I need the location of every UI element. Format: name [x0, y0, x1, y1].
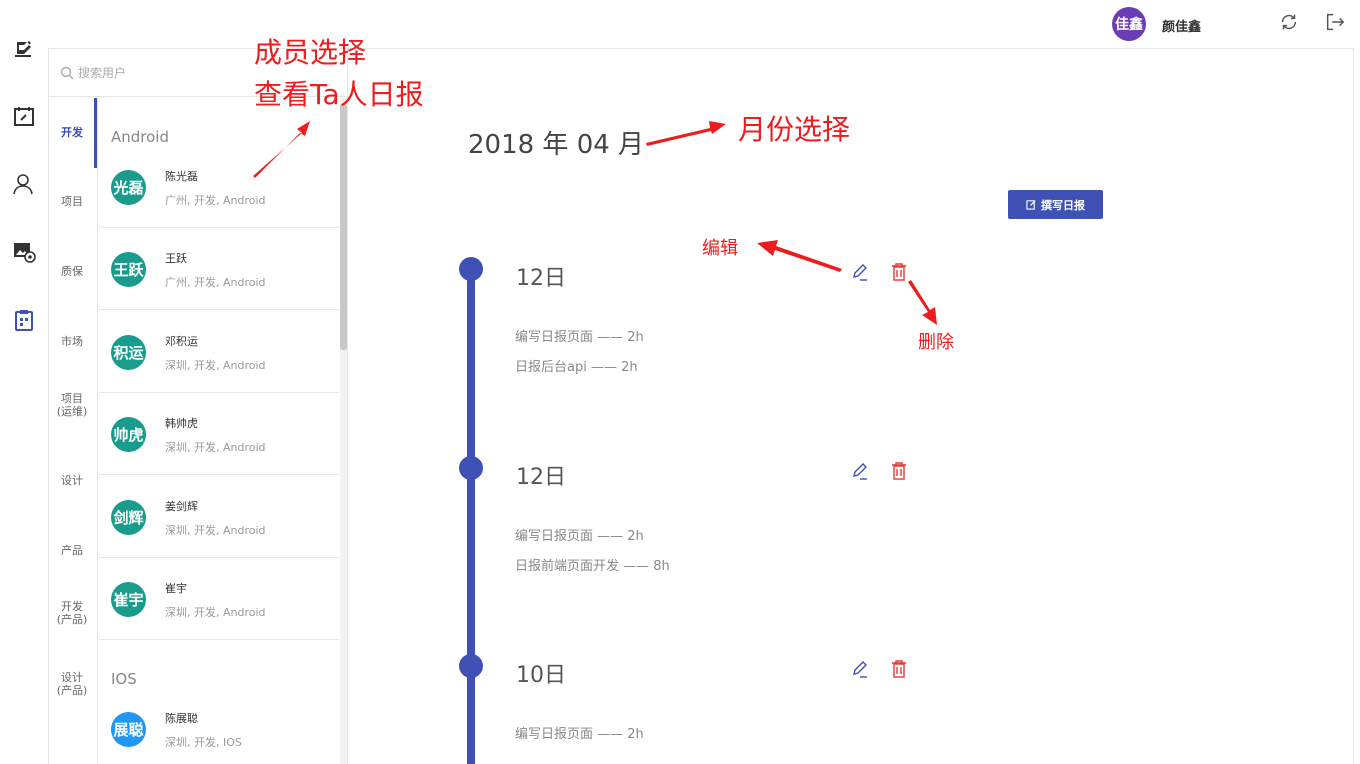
- member-name: 崔宇: [165, 582, 187, 595]
- member-name: 姜剑辉: [165, 500, 198, 513]
- delete-icon[interactable]: [890, 262, 908, 282]
- member-item[interactable]: 展聪 陈展聪 深圳, 开发, IOS: [99, 688, 339, 764]
- image-settings-icon[interactable]: [12, 240, 36, 264]
- calendar-edit-icon[interactable]: [12, 104, 36, 128]
- report-entry: 编写日报页面 —— 2h: [515, 727, 644, 742]
- dept-item-dev[interactable]: 开发: [49, 126, 95, 139]
- member-meta: 广州, 开发, Android: [165, 276, 266, 289]
- timeline-dot: [459, 456, 483, 480]
- member-item[interactable]: 剑辉 姜剑辉 深圳, 开发, Android: [99, 476, 339, 558]
- report-entry: 编写日报页面 —— 2h: [515, 330, 644, 345]
- member-name: 陈展聪: [165, 712, 198, 725]
- member-avatar: 剑辉: [111, 500, 146, 535]
- group-title-android: Android: [111, 128, 169, 146]
- annotation-month-select: 月份选择: [738, 113, 851, 146]
- edit-icon[interactable]: [850, 262, 868, 282]
- member-avatar: 王跃: [111, 252, 146, 287]
- member-meta: 深圳, 开发, Android: [165, 441, 266, 454]
- dept-active-indicator: [94, 98, 97, 168]
- member-avatar: 帅虎: [111, 417, 146, 452]
- member-item[interactable]: 崔宇 崔宇 深圳, 开发, Android: [99, 558, 339, 640]
- annotation-edit: 编辑: [702, 238, 738, 259]
- write-report-button[interactable]: 撰写日报: [1008, 190, 1103, 219]
- member-meta: 深圳, 开发, IOS: [165, 736, 242, 749]
- report-entry: 日报后台api —— 2h: [515, 360, 638, 375]
- dept-item-project-ops[interactable]: 项目 (运维): [49, 392, 95, 418]
- member-list-scroll-thumb[interactable]: [340, 104, 347, 350]
- edit-square-icon: [1026, 200, 1036, 210]
- icon-rail: [0, 0, 48, 764]
- member-list: Android 光磊 陈光磊 广州, 开发, Android 王跃 王跃 广州,…: [99, 98, 339, 764]
- member-meta: 深圳, 开发, Android: [165, 524, 266, 537]
- report-day: 12日: [516, 266, 566, 291]
- month-selector[interactable]: 2018 年 04 月: [468, 124, 644, 161]
- user-icon[interactable]: [12, 172, 36, 196]
- report-entry: 编写日报页面 —— 2h: [515, 529, 644, 544]
- dept-item-qa[interactable]: 质保: [49, 265, 95, 278]
- dept-item-market[interactable]: 市场: [49, 335, 95, 348]
- member-item[interactable]: 王跃 王跃 广州, 开发, Android: [99, 228, 339, 310]
- member-item[interactable]: 积运 邓积运 深圳, 开发, Android: [99, 311, 339, 393]
- write-report-label: 撰写日报: [1041, 199, 1085, 212]
- delete-icon[interactable]: [890, 659, 908, 679]
- member-name: 王跃: [165, 252, 187, 265]
- member-item[interactable]: 光磊 陈光磊 广州, 开发, Android: [99, 146, 339, 228]
- group-title-ios: IOS: [111, 670, 137, 688]
- search-icon: [60, 66, 74, 80]
- member-avatar: 崔宇: [111, 582, 146, 617]
- edit-icon[interactable]: [850, 461, 868, 481]
- member-avatar: 积运: [111, 335, 146, 370]
- annotation-member-select: 成员选择: [254, 36, 367, 69]
- timeline-line: [467, 270, 475, 764]
- member-meta: 深圳, 开发, Android: [165, 359, 266, 372]
- username-label: 颜佳鑫: [1162, 20, 1202, 35]
- member-name: 陈光磊: [165, 170, 198, 183]
- annotation-delete: 删除: [918, 332, 954, 353]
- dept-item-product[interactable]: 产品: [49, 544, 95, 557]
- member-avatar: 光磊: [111, 170, 146, 205]
- report-day: 10日: [516, 663, 566, 688]
- delete-icon[interactable]: [890, 461, 908, 481]
- department-list: 开发 项目 质保 市场 项目 (运维) 设计 产品 开发 (产品) 设计 (产品…: [49, 98, 98, 764]
- notes-icon[interactable]: [12, 36, 36, 60]
- report-day: 12日: [516, 465, 566, 490]
- avatar[interactable]: 佳鑫: [1112, 7, 1146, 41]
- member-avatar: 展聪: [111, 712, 146, 747]
- refresh-icon[interactable]: [1278, 11, 1300, 33]
- clipboard-icon[interactable]: [12, 308, 36, 332]
- dept-item-project[interactable]: 项目: [49, 195, 95, 208]
- dept-item-dev-product[interactable]: 开发 (产品): [49, 600, 95, 626]
- dept-item-design[interactable]: 设计: [49, 474, 95, 487]
- report-entry: 日报前端页面开发 —— 8h: [515, 559, 670, 574]
- member-item[interactable]: 帅虎 韩帅虎 深圳, 开发, Android: [99, 393, 339, 475]
- dept-item-design-product[interactable]: 设计 (产品): [49, 671, 95, 697]
- member-meta: 深圳, 开发, Android: [165, 606, 266, 619]
- member-name: 邓积运: [165, 335, 198, 348]
- member-name: 韩帅虎: [165, 417, 198, 430]
- member-meta: 广州, 开发, Android: [165, 194, 266, 207]
- logout-icon[interactable]: [1324, 11, 1346, 33]
- annotation-member-select-detail: 查看Ta人日报: [254, 78, 424, 111]
- timeline-dot: [459, 257, 483, 281]
- timeline-dot: [459, 654, 483, 678]
- edit-icon[interactable]: [850, 659, 868, 679]
- divider: [347, 48, 348, 764]
